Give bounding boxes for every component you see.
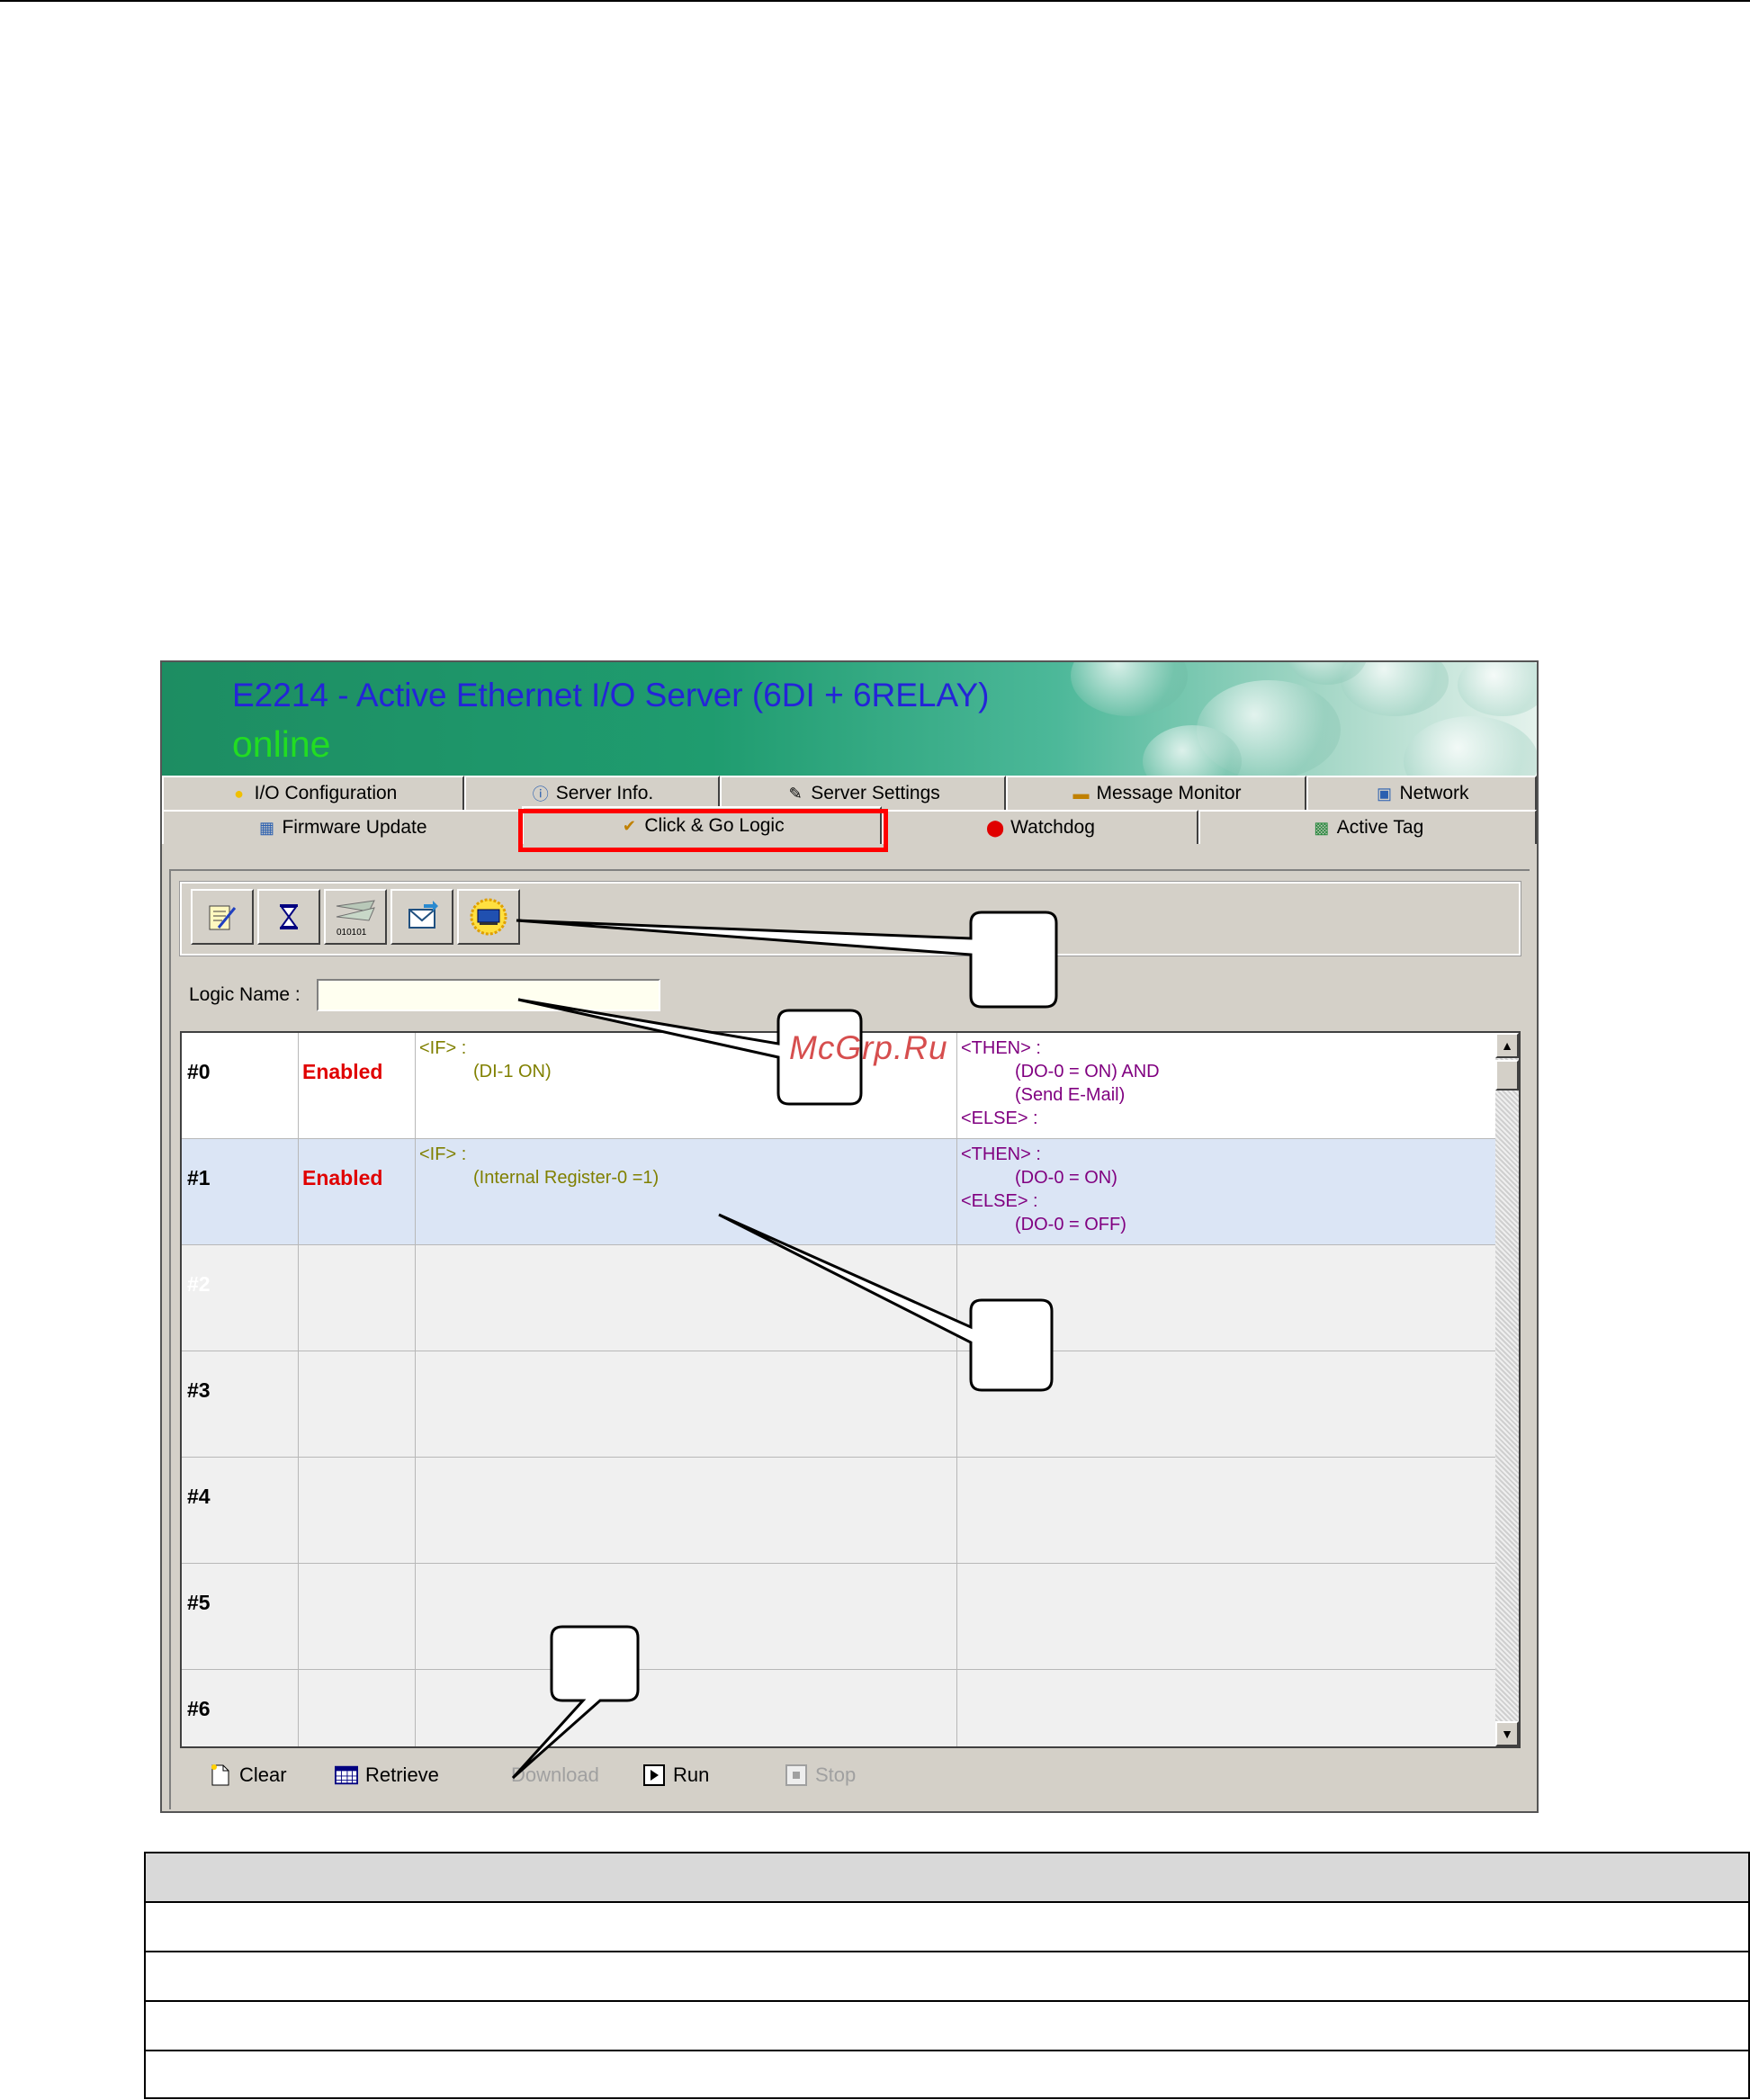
rule-id: #1 — [187, 1166, 211, 1189]
table-row[interactable]: #6 — [182, 1670, 1497, 1746]
table-row[interactable]: #2 — [182, 1245, 1497, 1351]
scroll-down-button[interactable]: ▼ — [1495, 1721, 1519, 1746]
rule-id: #4 — [187, 1485, 211, 1508]
tab-label: Message Monitor — [1096, 783, 1242, 803]
empty-table — [144, 1852, 1750, 2099]
tab-message-monitor[interactable]: ▬ Message Monitor — [1006, 776, 1306, 810]
tab-label: Watchdog — [1010, 817, 1095, 838]
server-button[interactable] — [457, 889, 520, 945]
download-label: Download — [511, 1763, 599, 1786]
tab-label: I/O Configuration — [254, 783, 398, 803]
tab-label: Server Info. — [555, 783, 654, 803]
rule-status: Enabled — [302, 1060, 383, 1083]
tab-server-settings[interactable]: ✎ Server Settings — [720, 776, 1006, 810]
table-row[interactable]: #3 — [182, 1351, 1497, 1458]
table-row — [146, 2002, 1748, 2051]
watchdog-icon: ⬤ — [986, 818, 1005, 837]
then-action: (DO-0 = ON) AND — [1015, 1062, 1160, 1081]
connection-status: online — [232, 723, 331, 765]
retrieve-label: Retrieve — [365, 1763, 439, 1786]
table-header-row — [146, 1853, 1748, 1903]
banner-title: E2214 - Active Ethernet I/O Server (6DI … — [232, 677, 990, 713]
tag-icon: ▩ — [1314, 818, 1330, 837]
if-heading: <IF> : — [419, 1144, 467, 1164]
tab-firmware-update[interactable]: ▦ Firmware Update — [162, 810, 522, 844]
download-button[interactable]: Download — [511, 1763, 599, 1787]
rule-id: #2 — [187, 1272, 211, 1296]
else-action: (DO-0 = OFF) — [1015, 1215, 1126, 1234]
logic-toolbar: 010101 — [179, 881, 1521, 956]
email-icon — [408, 901, 438, 929]
server-icon — [470, 898, 507, 936]
scroll-thumb[interactable] — [1495, 1060, 1519, 1090]
retrieve-button[interactable]: Retrieve — [335, 1763, 439, 1787]
bottom-button-bar: Clear Retrieve Download Run Stop — [180, 1756, 1521, 1803]
table-row[interactable]: #1 Enabled <IF> : (Internal Register-0 =… — [182, 1139, 1497, 1245]
tab-io-configuration[interactable]: ● I/O Configuration — [162, 776, 464, 810]
then-heading: <THEN> : — [961, 1144, 1041, 1164]
lightbulb-icon: ● — [234, 784, 245, 803]
vertical-scrollbar[interactable]: ▲ ▼ — [1495, 1033, 1519, 1746]
tab-network[interactable]: ▣ Network — [1306, 776, 1537, 810]
monitor-icon: ▬ — [1072, 784, 1090, 803]
table-row — [146, 1952, 1748, 2002]
table-row[interactable]: #5 — [182, 1564, 1497, 1670]
run-icon — [642, 1763, 666, 1787]
watermark: McGrp.Ru — [789, 1029, 948, 1066]
binary-icon: 010101 — [336, 900, 375, 937]
rule-id: #3 — [187, 1378, 211, 1402]
logic-rule-grid: #0 Enabled <IF> : (DI-1 ON) <THEN> : (DO… — [180, 1031, 1521, 1748]
tab-active-tag[interactable]: ▩ Active Tag — [1198, 810, 1537, 844]
then-action: (Send E-Mail) — [1015, 1085, 1126, 1105]
then-action: (DO-0 = ON) — [1015, 1168, 1117, 1188]
logic-name-label: Logic Name : — [189, 984, 301, 1005]
svg-text:010101: 010101 — [337, 928, 367, 937]
timer-button[interactable] — [257, 889, 320, 945]
tab-label: Firmware Update — [282, 817, 427, 838]
rule-id: #0 — [187, 1060, 211, 1083]
clear-icon — [209, 1763, 232, 1787]
page-top-rule — [0, 0, 1750, 2]
tab-server-info[interactable]: ⓘ Server Info. — [464, 776, 720, 810]
tab-label: Server Settings — [811, 783, 940, 803]
tab-watchdog[interactable]: ⬤ Watchdog — [882, 810, 1198, 844]
edit-rule-button[interactable] — [191, 889, 254, 945]
rule-id: #6 — [187, 1697, 211, 1720]
stop-button[interactable]: Stop — [785, 1763, 856, 1787]
retrieve-icon — [335, 1763, 358, 1787]
logic-panel: 010101 Logic Name : #0 Enabled <IF>: (D… — [169, 869, 1530, 1809]
table-row — [146, 1903, 1748, 1952]
logic-name-input[interactable] — [317, 979, 660, 1011]
app-window: E2214 - Active Ethernet I/O Server (6DI … — [160, 660, 1539, 1813]
timer-icon — [280, 904, 298, 929]
email-button[interactable] — [390, 889, 453, 945]
network-icon: ▣ — [1376, 784, 1392, 803]
active-tab-highlight — [518, 809, 888, 852]
info-icon: ⓘ — [532, 785, 549, 803]
run-button[interactable]: Run — [642, 1763, 709, 1787]
rule-status: Enabled — [302, 1166, 383, 1189]
clear-label: Clear — [239, 1763, 287, 1786]
if-heading: <IF> : — [419, 1038, 467, 1058]
tab-label: Network — [1399, 783, 1469, 803]
firmware-icon: ▦ — [258, 818, 274, 837]
logic-name-row: Logic Name : — [180, 966, 1521, 1029]
stop-label: Stop — [815, 1763, 857, 1786]
tab-label: Active Tag — [1336, 817, 1424, 838]
binary-button[interactable]: 010101 — [324, 889, 387, 945]
banner: E2214 - Active Ethernet I/O Server (6DI … — [162, 662, 1537, 776]
scroll-up-button[interactable]: ▲ — [1495, 1033, 1519, 1058]
stop-icon — [785, 1763, 808, 1787]
if-condition: (Internal Register-0 =1) — [473, 1168, 660, 1188]
run-label: Run — [673, 1763, 710, 1786]
clear-button[interactable]: Clear — [209, 1763, 287, 1787]
else-heading: <ELSE> : — [961, 1191, 1038, 1211]
then-heading: <THEN> : — [961, 1038, 1041, 1058]
edit-icon — [209, 905, 237, 930]
else-heading: <ELSE> : — [961, 1108, 1038, 1128]
rule-id: #5 — [187, 1591, 211, 1614]
table-row[interactable]: #4 — [182, 1458, 1497, 1564]
settings-icon: ✎ — [788, 784, 803, 803]
if-condition: (DI-1 ON) — [473, 1062, 552, 1081]
